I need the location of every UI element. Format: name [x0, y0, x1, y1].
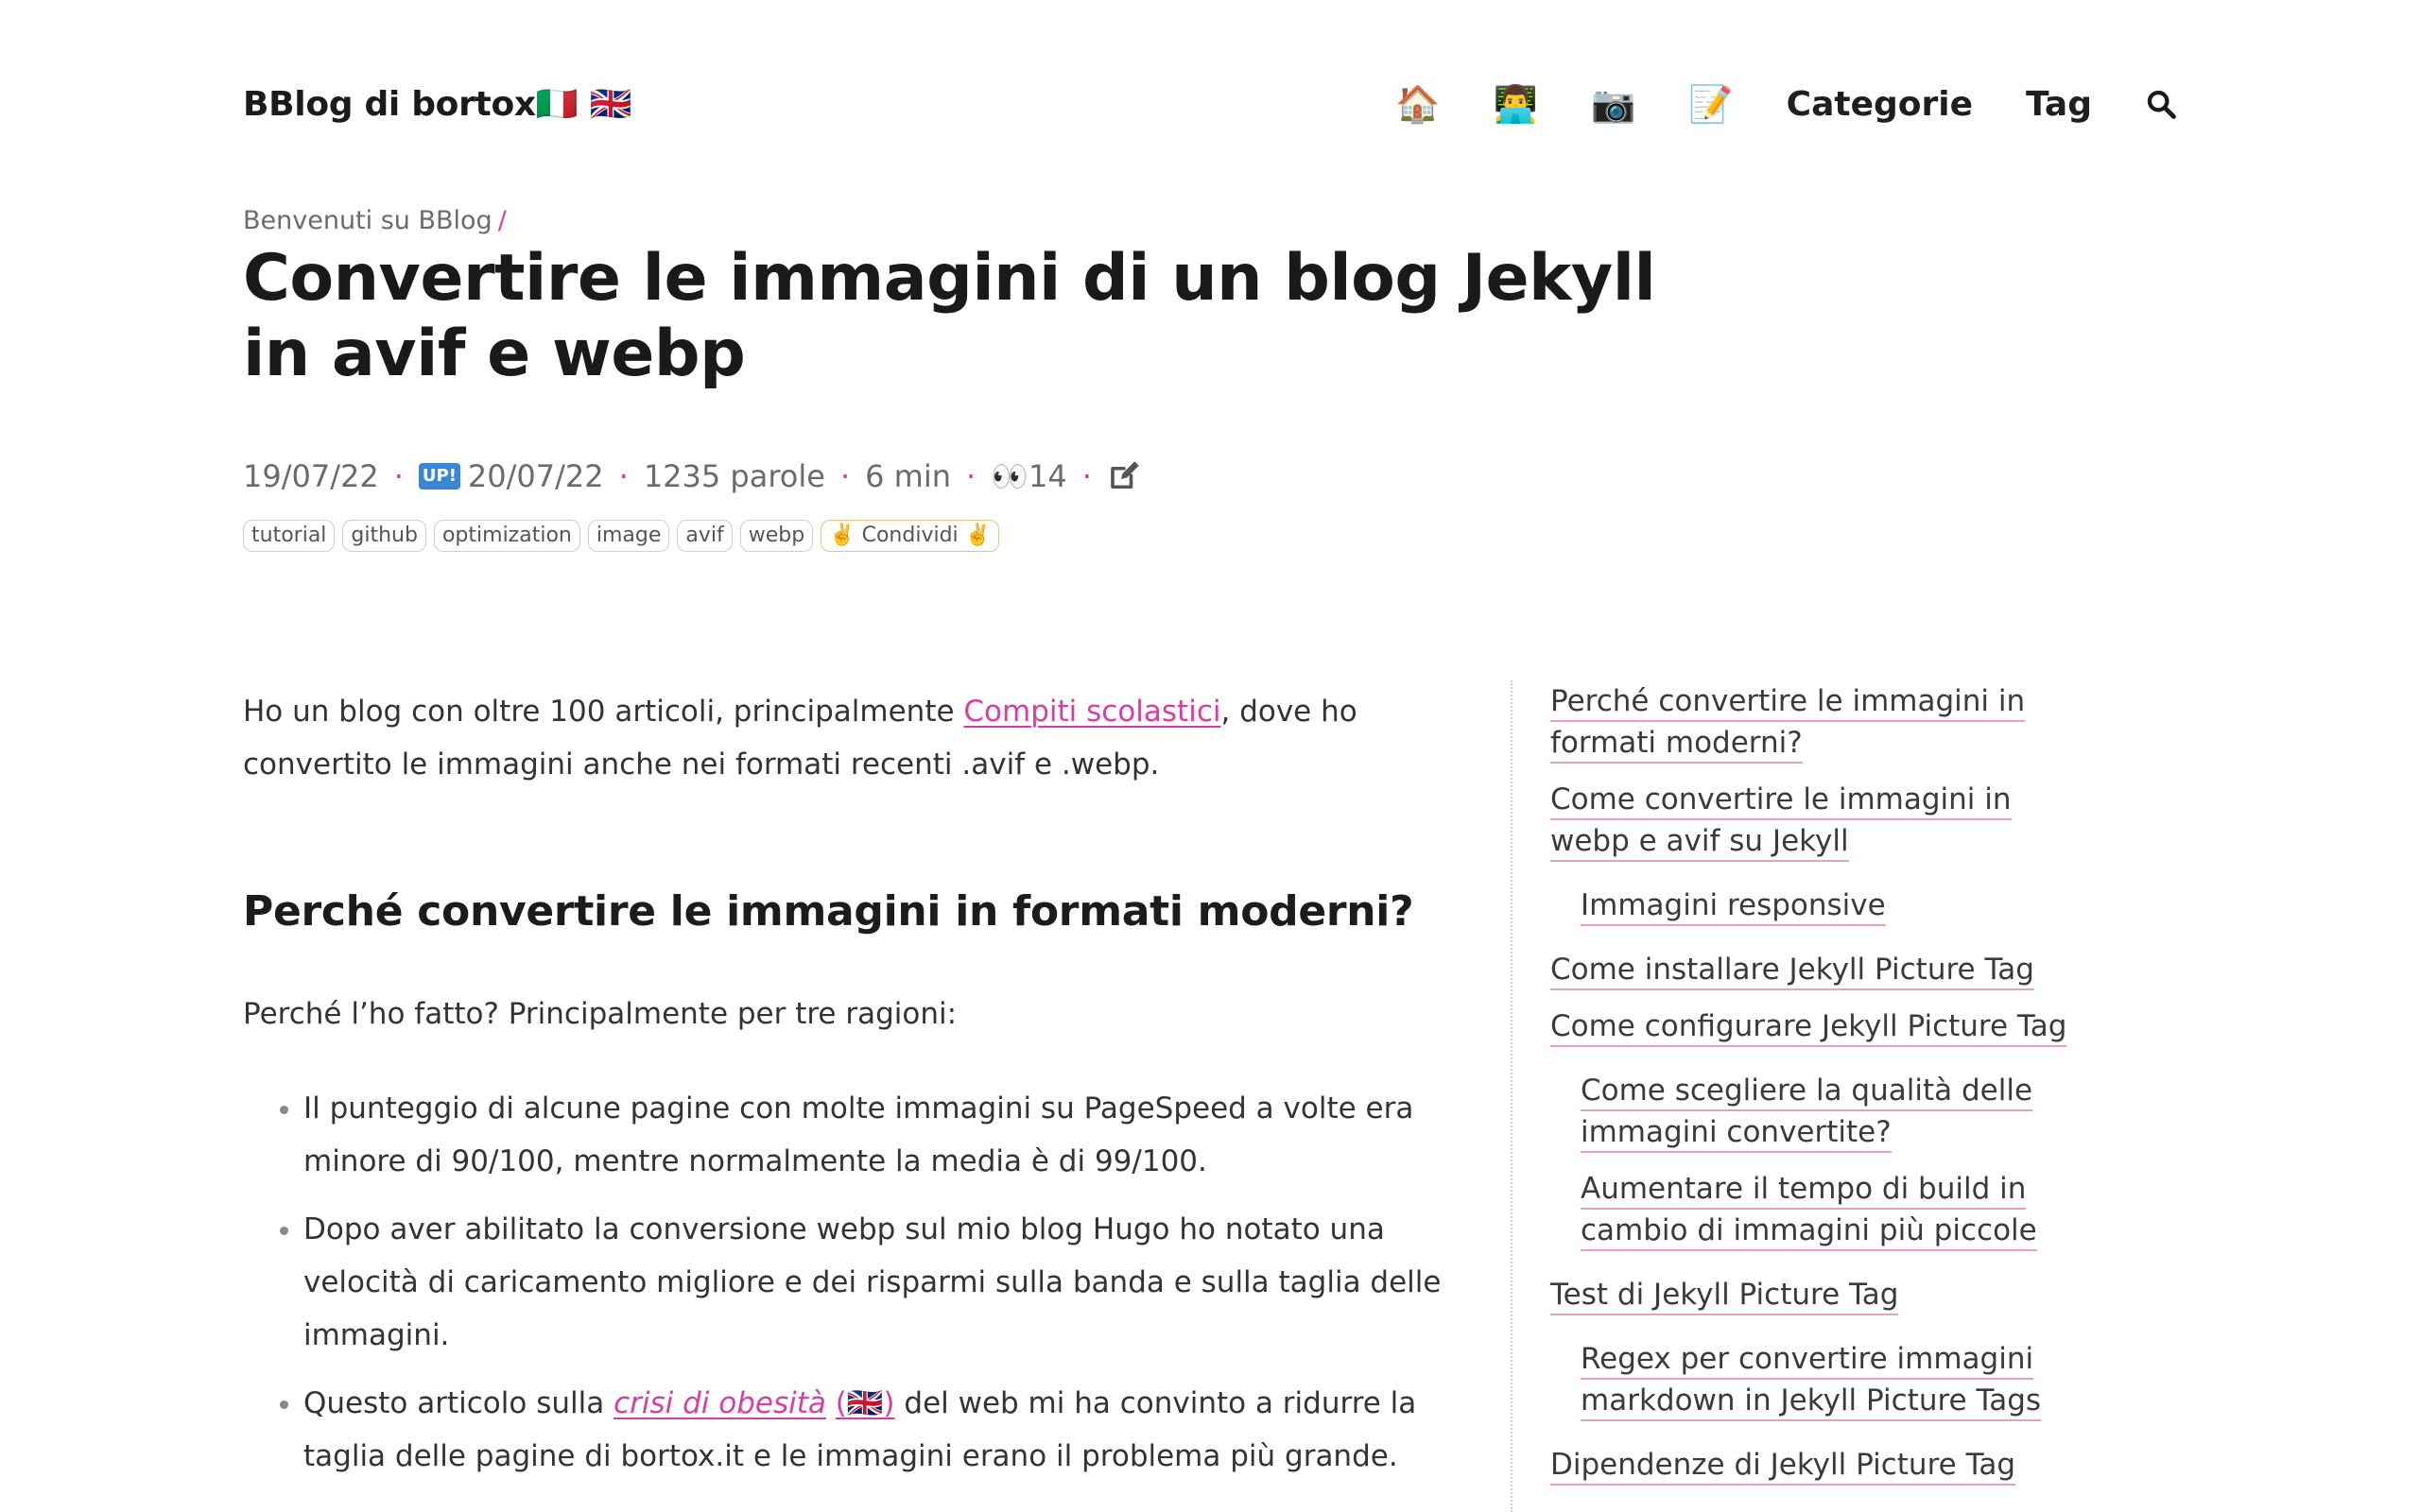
toc-item[interactable]: Dipendenze di Jekyll Picture Tag: [1550, 1444, 2080, 1486]
toc-subitem[interactable]: Come scegliere la qualità delle immagini…: [1550, 1070, 2080, 1153]
toc-link[interactable]: Immagini responsive: [1581, 888, 1886, 926]
up-badge-icon: UP!: [418, 463, 460, 490]
share-button[interactable]: ✌️ Condividi ✌️: [821, 520, 1000, 552]
toc-link[interactable]: Come scegliere la qualità delle immagini…: [1581, 1074, 2033, 1153]
toc-link[interactable]: Perché convertire le immagini in formati…: [1550, 684, 2026, 764]
search-icon: [2147, 90, 2176, 119]
view-count: 👀14: [991, 458, 1067, 494]
post-meta: 19/07/22 · UP! 20/07/22 · 1235 parole · …: [243, 458, 1141, 494]
bullet-text-before: Questo articolo sulla: [303, 1386, 614, 1420]
tag-github[interactable]: github: [342, 520, 426, 552]
tag-webp[interactable]: webp: [739, 520, 814, 552]
word-count: 1235 parole: [643, 458, 825, 494]
meta-separator: ·: [1081, 458, 1092, 494]
page-title: Convertire le immagini di un blog Jekyll…: [243, 241, 1656, 391]
tag-optimization[interactable]: optimization: [433, 520, 580, 552]
list-item: Dopo aver abilitato la conversione webp …: [303, 1203, 1443, 1362]
toc-item[interactable]: Perché convertire le immagini in formati…: [1550, 680, 2080, 764]
list-item: Il punteggio di alcune pagine con molte …: [303, 1082, 1443, 1188]
toc-link[interactable]: Dipendenze di Jekyll Picture Tag: [1550, 1448, 2016, 1486]
list-item: Questo articolo sulla crisi di obesità (…: [303, 1377, 1443, 1483]
breadcrumb: Benvenuti su BBlog /: [243, 206, 507, 235]
nav-developer-icon[interactable]: 👨‍💻: [1494, 86, 1538, 122]
reasons-list: Il punteggio di alcune pagine con molte …: [243, 1082, 1443, 1498]
reading-time: 6 min: [865, 458, 951, 494]
tag-image[interactable]: image: [587, 520, 670, 552]
meta-separator: ·: [839, 458, 851, 494]
toc-subitem[interactable]: Regex per convertire immagini markdown i…: [1550, 1338, 2080, 1421]
search-button[interactable]: [2145, 88, 2177, 120]
compiti-scolastici-link[interactable]: Compiti scolastici: [963, 695, 1220, 729]
toc-item[interactable]: Come installare Jekyll Picture Tag: [1550, 949, 2080, 990]
breadcrumb-home-link[interactable]: Benvenuti su BBlog: [243, 206, 493, 235]
site-title-link[interactable]: BBlog di bortox🇮🇹 🇬🇧: [243, 84, 631, 124]
toc-subitem[interactable]: Aumentare il tempo di build in cambio di…: [1550, 1168, 2080, 1251]
nav-camera-icon[interactable]: 📷: [1591, 86, 1635, 122]
toc-link[interactable]: Regex per convertire immagini markdown i…: [1581, 1342, 2042, 1421]
article-body: Ho un blog con oltre 100 articoli, princ…: [243, 685, 1443, 1473]
intro-text-before: Ho un blog con oltre 100 articoli, princ…: [243, 695, 964, 729]
english-flag-link[interactable]: (🇬🇧): [836, 1386, 895, 1420]
toc-subitem[interactable]: Immagini responsive: [1550, 885, 2080, 926]
updated-info: UP! 20/07/22: [418, 458, 604, 494]
toc-item[interactable]: Come convertire le immagini in webp e av…: [1550, 779, 2080, 862]
breadcrumb-separator: /: [497, 206, 507, 235]
nav-categories-link[interactable]: Categorie: [1787, 85, 1973, 124]
table-of-contents: Perché convertire le immagini in formati…: [1511, 680, 2080, 1512]
updated-date: 20/07/22: [467, 458, 604, 494]
edit-icon: [1111, 461, 1139, 490]
nav-tags-link[interactable]: Tag: [2026, 85, 2092, 124]
toc-link[interactable]: Test di Jekyll Picture Tag: [1550, 1278, 1899, 1315]
tag-list: tutorial github optimization image avif …: [243, 520, 1000, 552]
tag-tutorial[interactable]: tutorial: [243, 520, 336, 552]
toc-link[interactable]: Come installare Jekyll Picture Tag: [1550, 953, 2034, 990]
intro-paragraph: Ho un blog con oltre 100 articoli, princ…: [243, 685, 1443, 791]
toc-item[interactable]: Come configurare Jekyll Picture Tag: [1550, 1005, 2080, 1047]
nav-memo-icon[interactable]: 📝: [1688, 86, 1733, 122]
nav-home-icon[interactable]: 🏠: [1395, 86, 1440, 122]
section-heading: Perché convertire le immagini in formati…: [243, 887, 1414, 936]
meta-separator: ·: [618, 458, 629, 494]
toc-link[interactable]: Come convertire le immagini in webp e av…: [1550, 782, 2012, 862]
published-date: 19/07/22: [243, 458, 379, 494]
crisi-obesita-link[interactable]: crisi di obesità: [614, 1386, 826, 1420]
tag-avif[interactable]: avif: [677, 520, 733, 552]
main-nav: 🏠 👨‍💻 📷 📝 Categorie Tag: [1395, 85, 2177, 124]
edit-button[interactable]: [1107, 459, 1141, 493]
site-header: BBlog di bortox🇮🇹 🇬🇧 🏠 👨‍💻 📷 📝 Categorie…: [243, 76, 2177, 132]
toc-link[interactable]: Aumentare il tempo di build in cambio di…: [1581, 1172, 2037, 1251]
reasons-paragraph: Perché l’ho fatto? Principalmente per tr…: [243, 997, 958, 1031]
toc-link[interactable]: Come configurare Jekyll Picture Tag: [1550, 1009, 2067, 1047]
toc-item[interactable]: Test di Jekyll Picture Tag: [1550, 1274, 2080, 1315]
meta-separator: ·: [393, 458, 404, 494]
meta-separator: ·: [966, 458, 977, 494]
